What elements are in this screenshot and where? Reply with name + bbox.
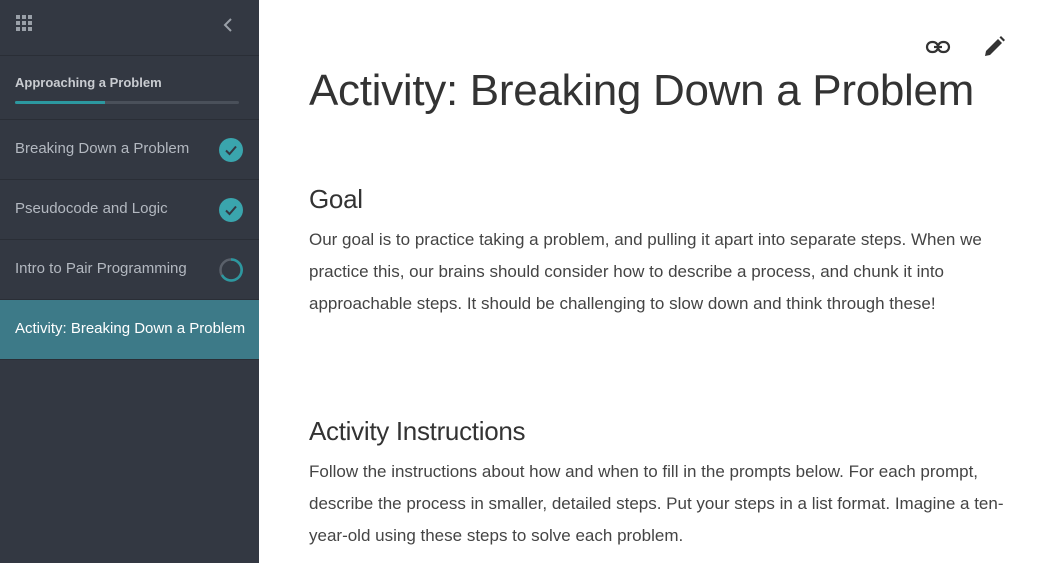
section-progress-fill: [15, 101, 105, 104]
section-body-activity-instructions: Follow the instructions about how and wh…: [309, 462, 1004, 545]
section-heading-activity-instructions: Activity Instructions: [309, 416, 526, 446]
sidebar: Approaching a Problem Breaking Down a Pr…: [0, 0, 259, 563]
section-title: Approaching a Problem: [15, 75, 162, 90]
chevron-left-icon[interactable]: [221, 17, 235, 33]
sidebar-item-intro-to-pair-programming[interactable]: Intro to Pair Programming: [0, 240, 259, 300]
main-content: Activity: Breaking Down a Problem Goal O…: [259, 0, 1044, 563]
grid-apps-icon[interactable]: [16, 15, 32, 31]
pencil-icon[interactable]: [981, 34, 1007, 60]
section-body-goal: Our goal is to practice taking a problem…: [309, 230, 982, 313]
sidebar-item-label: Breaking Down a Problem: [15, 140, 190, 157]
link-icon[interactable]: [925, 34, 951, 60]
section-heading-goal: Goal: [309, 184, 363, 214]
sidebar-item-activity-breaking-down-a-problem[interactable]: Activity: Breaking Down a Problem: [0, 300, 259, 360]
sidebar-item-label: Activity: Breaking Down a Problem: [15, 320, 246, 337]
page-title: Activity: Breaking Down a Problem: [309, 66, 975, 115]
check-circle-icon: [219, 198, 243, 222]
sidebar-item-breaking-down-a-problem[interactable]: Breaking Down a Problem: [0, 120, 259, 180]
section-progress-bar: [15, 101, 239, 104]
progress-ring-icon: [219, 258, 243, 282]
section-header: Approaching a Problem: [0, 56, 259, 120]
sidebar-item-label: Pseudocode and Logic: [15, 200, 168, 217]
sidebar-item-pseudocode-and-logic[interactable]: Pseudocode and Logic: [0, 180, 259, 240]
sidebar-header: [0, 0, 259, 56]
check-circle-icon: [219, 138, 243, 162]
sidebar-item-label: Intro to Pair Programming: [15, 260, 187, 277]
